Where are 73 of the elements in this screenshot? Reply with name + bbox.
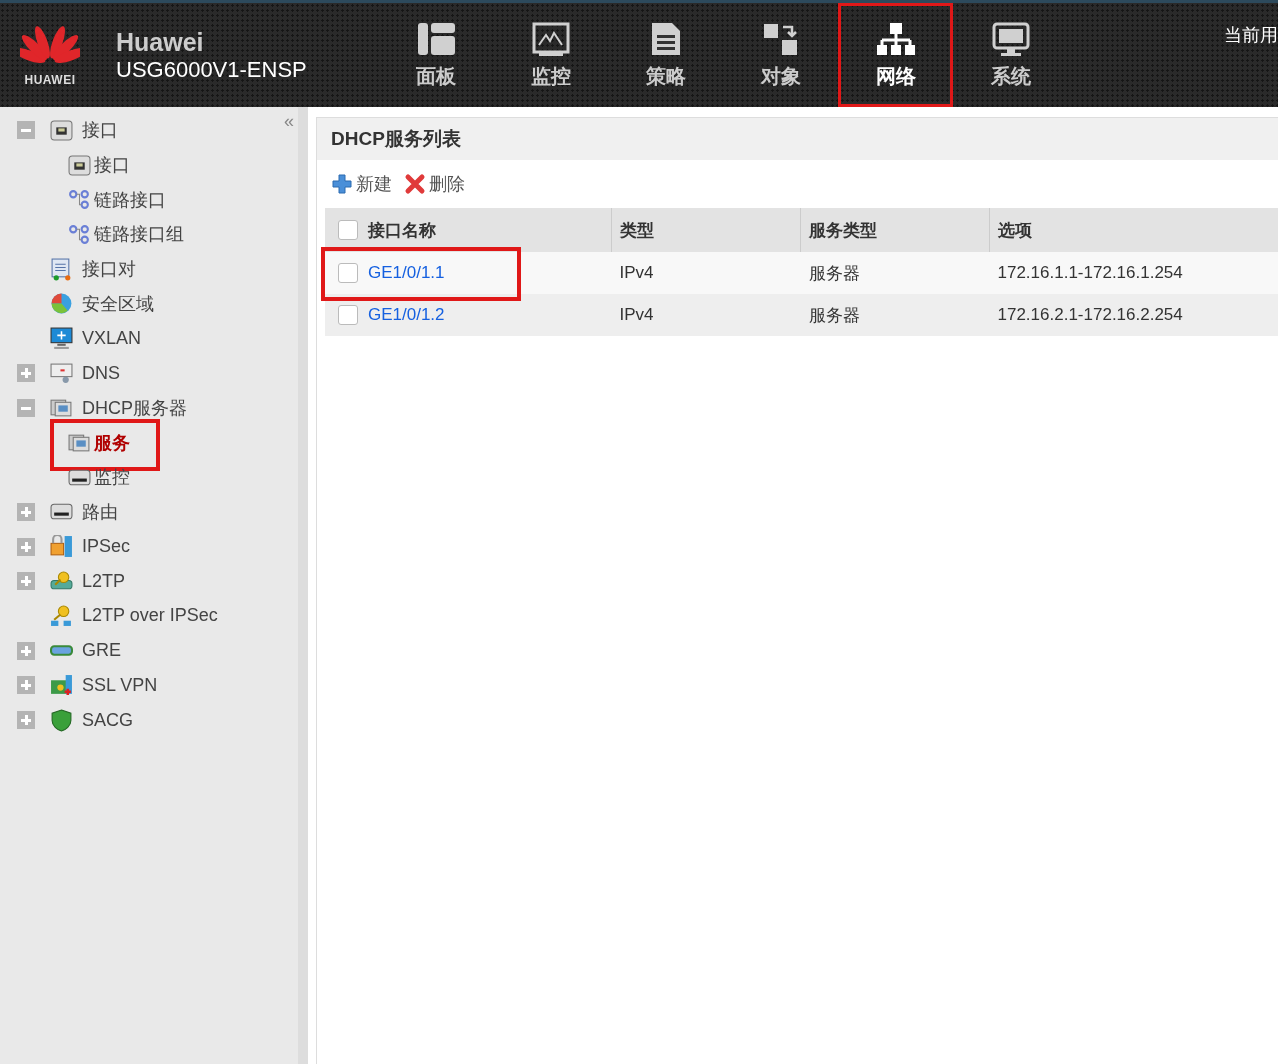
tree-item[interactable]: 接口 (82, 118, 118, 143)
close-icon (404, 173, 426, 195)
network-icon (875, 20, 916, 57)
certificate-icon (50, 673, 73, 697)
nav-tab[interactable]: 策略 (608, 3, 723, 107)
table-cell: 服务器 (800, 252, 990, 294)
brand-name: Huawei (116, 27, 205, 57)
table-cell: IPv4 (611, 252, 801, 294)
link-nodes-icon (68, 188, 91, 212)
port-icon (50, 118, 73, 142)
table-cell: 172.16.1.1-172.16.1.254 (989, 252, 1278, 294)
tree-item[interactable]: DNS (82, 362, 120, 384)
column-label: 接口名称 (368, 219, 436, 242)
document-pair-icon (50, 257, 73, 281)
expand-toggle[interactable] (17, 364, 35, 383)
tree-item[interactable]: SSL VPN (82, 674, 158, 696)
key-network-icon (50, 604, 73, 628)
link-nodes-icon (68, 222, 91, 246)
expand-toggle[interactable] (17, 537, 35, 556)
tree-item[interactable]: 路由 (82, 499, 118, 524)
expand-toggle[interactable] (17, 502, 35, 521)
user-label: 当前用 (1224, 24, 1278, 47)
delete-button[interactable]: 删除 (404, 172, 465, 196)
nav-tab[interactable]: 系统 (953, 3, 1068, 107)
shield-icon (50, 708, 73, 732)
expand-toggle[interactable] (17, 711, 35, 730)
nav-tab[interactable]: 网络 (838, 3, 953, 107)
new-button[interactable]: 新建 (331, 172, 392, 196)
interface-link[interactable]: GE1/0/1.2 (368, 305, 445, 325)
interface-link[interactable]: GE1/0/1.1 (368, 263, 445, 283)
dashboard-icon (415, 20, 456, 57)
tree-item[interactable]: VXLAN (82, 327, 142, 349)
tree-item[interactable]: IPSec (82, 536, 131, 558)
row-checkbox[interactable] (338, 263, 358, 283)
tree-item[interactable]: GRE (82, 640, 121, 662)
tree-item[interactable]: 服务 (94, 430, 130, 455)
tree-item[interactable]: DHCP服务器 (82, 395, 187, 420)
table-cell: 172.16.2.1-172.16.2.254 (989, 294, 1278, 336)
column-header: 选项 (989, 208, 1278, 252)
tree-item[interactable]: 接口 (94, 153, 130, 178)
monitor-plus-icon (50, 326, 73, 350)
collapse-toggle[interactable] (17, 398, 35, 417)
tree-item[interactable]: 安全区域 (82, 291, 154, 316)
nav-tab[interactable]: 监控 (493, 3, 608, 107)
port-icon (68, 153, 91, 177)
nav-tab[interactable]: 面板 (378, 3, 493, 107)
row-checkbox[interactable] (338, 305, 358, 325)
dns-icon (50, 361, 73, 385)
panel-title: DHCP服务列表 (317, 118, 1278, 160)
plus-icon (331, 173, 353, 195)
tree-item[interactable]: 监控 (94, 465, 130, 490)
monitor-chart-icon (530, 20, 571, 57)
expand-toggle[interactable] (17, 676, 35, 695)
tree-item[interactable]: L2TP (82, 570, 126, 592)
select-all-checkbox[interactable] (338, 220, 358, 240)
logo-text: HUAWEI (24, 73, 76, 87)
computer-icon (990, 20, 1031, 57)
expand-toggle[interactable] (17, 572, 35, 591)
column-header: 服务类型 (800, 208, 990, 252)
tree-item[interactable]: 链路接口 (94, 187, 166, 212)
tree-item[interactable]: SACG (82, 709, 133, 731)
device-name: USG6000V1-ENSP (116, 56, 308, 83)
lock-icon (50, 535, 73, 559)
pie-icon (50, 292, 73, 316)
tree-item[interactable]: L2TP over IPSec (82, 605, 218, 627)
nav-tab[interactable]: 对象 (723, 3, 838, 107)
table-cell: IPv4 (611, 294, 801, 336)
column-header: 类型 (611, 208, 801, 252)
expand-toggle[interactable] (17, 641, 35, 660)
collapse-toggle[interactable] (17, 121, 35, 140)
table-cell: 服务器 (800, 294, 990, 336)
tree-item[interactable]: 链路接口组 (94, 222, 184, 247)
tree-item[interactable]: 接口对 (82, 257, 136, 282)
